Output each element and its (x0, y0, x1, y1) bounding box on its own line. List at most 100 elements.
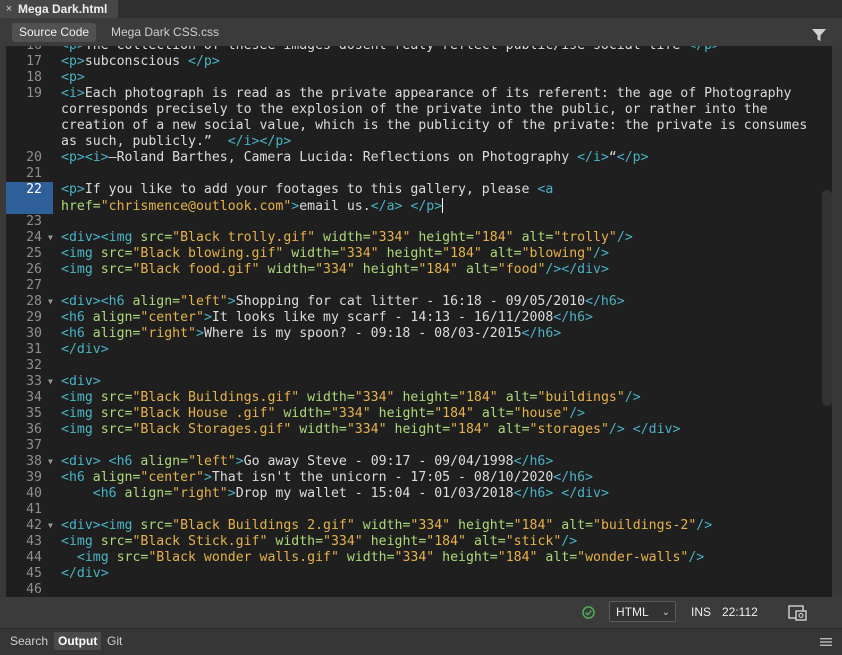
code-line[interactable]: href="chrismence@outlook.com">email us.<… (61, 198, 444, 214)
insert-mode-indicator[interactable]: INS (691, 605, 711, 619)
code-token: </i> (577, 150, 609, 165)
code-token: width= (346, 550, 395, 565)
code-line[interactable]: <img src="Black wonder walls.gif" width=… (61, 550, 704, 566)
code-token: Each photograph is read as the private a… (84, 86, 792, 101)
line-number: 33 (26, 374, 42, 389)
code-token: creation of a new social value, which is… (61, 118, 808, 133)
code-token: height= (458, 518, 514, 533)
code-line[interactable]: </div> (61, 566, 109, 582)
code-line[interactable]: <p>The collection of thesee images dosen… (61, 46, 720, 54)
line-number: 46 (26, 582, 42, 597)
code-line[interactable]: <img src="Black House .gif" width="334" … (61, 406, 585, 422)
code-line[interactable]: <p> (61, 70, 85, 86)
document-tab[interactable]: × Mega Dark.html (0, 0, 118, 18)
fold-toggle-icon[interactable]: ▼ (48, 454, 53, 470)
live-preview-icon[interactable] (788, 605, 808, 621)
code-line[interactable]: <div><img src="Black trolly.gif" width="… (61, 230, 633, 246)
code-line[interactable]: <div> (61, 374, 101, 390)
code-token: height= (394, 422, 451, 437)
tab-output[interactable]: Output (54, 632, 102, 650)
code-token: </p> (688, 46, 720, 53)
tab-source-code[interactable]: Source Code (12, 23, 97, 42)
code-token: <img (61, 390, 101, 405)
code-token: align= (92, 310, 141, 325)
code-line[interactable]: <h6 align="center">It looks like my scar… (61, 310, 593, 326)
line-number: 40 (26, 486, 42, 501)
code-line[interactable]: <img src="Black Storages.gif" width="334… (61, 422, 680, 438)
code-line[interactable]: <h6 align="right">Drop my wallet - 15:04… (61, 486, 609, 502)
code-line[interactable]: <div><img src="Black Buildings 2.gif" wi… (61, 518, 712, 534)
code-line[interactable]: <p>If you like to add your footages to t… (61, 182, 553, 198)
code-token: /></div> (545, 262, 609, 277)
code-token: </h6> (521, 326, 562, 341)
document-type-select[interactable]: HTML ⌄ (609, 601, 676, 622)
code-line[interactable]: <p><i>—Roland Barthes, Camera Lucida: Re… (61, 150, 649, 166)
code-token: "184" (450, 422, 490, 437)
filter-icon[interactable] (812, 28, 826, 42)
code-token: <p> (61, 46, 85, 53)
code-token: alt= (489, 246, 522, 261)
code-line[interactable]: </div> (61, 342, 109, 358)
code-line[interactable]: <i>Each photograph is read as the privat… (61, 86, 791, 102)
code-line[interactable]: <p>subconscious </p> (61, 54, 220, 70)
code-token: height= (378, 406, 435, 421)
code-line[interactable]: <img src="Black Buildings.gif" width="33… (61, 390, 641, 406)
code-token: </p> (188, 54, 220, 69)
code-token: width= (299, 422, 347, 437)
code-token: > (227, 294, 236, 309)
check-circle-icon[interactable] (582, 606, 595, 619)
line-number: 29 (26, 310, 42, 325)
bottom-panel-tabs: Search Output Git (0, 628, 842, 655)
chevron-down-icon: ⌄ (661, 607, 670, 618)
fold-toggle-icon[interactable]: ▼ (48, 294, 53, 310)
code-line[interactable]: creation of a new social value, which is… (61, 118, 807, 134)
vertical-scrollbar[interactable] (822, 190, 832, 406)
code-editor[interactable]: 16171819 202122 2324 ▼ 25262728 ▼ 2930313233 ▼ 3… (6, 46, 832, 597)
code-token: "right" (140, 326, 196, 341)
code-line[interactable]: <h6 align="right">Where is my spoon? - 0… (61, 326, 561, 342)
panel-menu-icon[interactable] (820, 638, 832, 646)
tab-search[interactable]: Search (6, 632, 52, 650)
line-number: 21 (26, 166, 42, 181)
line-number-gutter: 16171819 202122 2324 ▼ 25262728 ▼ 2930313233 ▼ 3… (6, 46, 62, 597)
fold-toggle-icon[interactable]: ▼ (48, 374, 53, 390)
code-token: <img (61, 246, 101, 261)
line-number: 30 (26, 326, 42, 341)
line-number: 18 (26, 70, 42, 85)
code-line[interactable]: <img src="Black food.gif" width="334" he… (61, 262, 609, 278)
code-line[interactable]: <h6 align="center">That isn't the unicor… (61, 470, 593, 486)
related-files-bar: Source Code Mega Dark CSS.css (0, 18, 842, 46)
code-token: </h6> (513, 486, 554, 501)
code-token: height= (418, 230, 474, 245)
tab-css-file[interactable]: Mega Dark CSS.css (104, 23, 226, 42)
code-token: "184" (513, 518, 554, 533)
close-tab-icon[interactable]: × (0, 0, 18, 18)
code-token: align= (124, 486, 173, 501)
code-token: "right" (172, 486, 228, 501)
code-token: <img (61, 534, 101, 549)
code-token: "Black Buildings.gif" (132, 390, 300, 405)
code-token: "Black Stick.gif" (132, 534, 268, 549)
code-token: "184" (442, 246, 482, 261)
code-token: <h6 (61, 470, 93, 485)
code-line[interactable]: <div> <h6 align="left">Go away Steve - 0… (61, 454, 553, 470)
tab-git[interactable]: Git (103, 632, 126, 650)
code-line[interactable]: corresponds precisely to the explosion o… (61, 102, 768, 118)
code-token: <p> (61, 54, 85, 69)
code-token: "blowing" (521, 246, 594, 261)
code-token: "buildings" (537, 390, 625, 405)
code-token: alt= (481, 406, 514, 421)
code-token: "334" (410, 518, 451, 533)
fold-toggle-icon[interactable]: ▼ (48, 230, 53, 246)
code-token: </div> (61, 566, 109, 581)
line-number: 38 (26, 454, 42, 469)
code-token: "184" (497, 550, 538, 565)
code-line[interactable]: <div><h6 align="left">Shopping for cat l… (61, 294, 625, 310)
code-line[interactable]: <img src="Black Stick.gif" width="334" h… (61, 534, 577, 550)
code-line[interactable]: <img src="Black blowing.gif" width="334"… (61, 246, 609, 262)
code-token: /> (569, 406, 586, 421)
fold-toggle-icon[interactable]: ▼ (48, 518, 53, 534)
code-line[interactable]: as such, publicly.” </i></p> (61, 134, 291, 150)
